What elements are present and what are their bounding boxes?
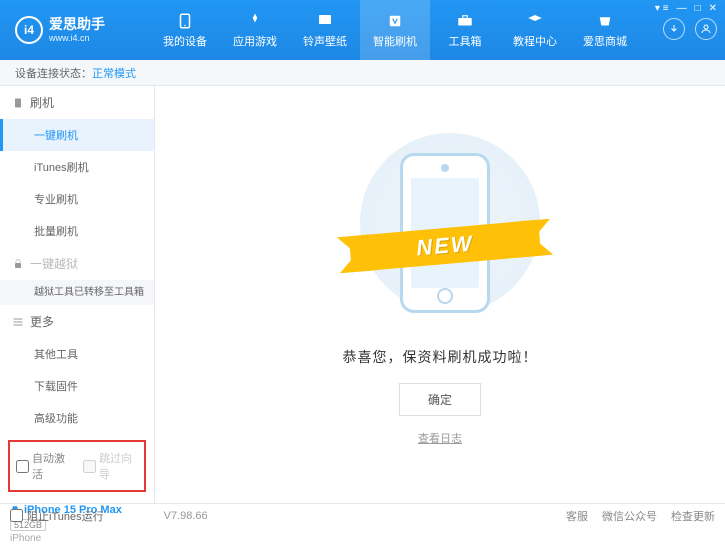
nav-label: 工具箱 <box>449 33 482 49</box>
section-title: 一键越狱 <box>30 255 78 272</box>
nav-toolbox[interactable]: 工具箱 <box>430 0 500 60</box>
sidebar-section-jailbreak: 一键越狱 <box>0 247 154 280</box>
sidebar-item-download-firmware[interactable]: 下载固件 <box>0 370 154 402</box>
logo-icon: i4 <box>15 16 43 44</box>
main-nav: 我的设备 应用游戏 铃声壁纸 智能刷机 工具箱 教程中心 爱思商城 <box>150 0 640 60</box>
footer-link-support[interactable]: 客服 <box>566 508 588 524</box>
minimize-icon[interactable]: — <box>677 3 687 14</box>
activation-options: 自动激活 跳过向导 <box>8 440 146 492</box>
nav-tutorials[interactable]: 教程中心 <box>500 0 570 60</box>
sidebar-item-pro-flash[interactable]: 专业刷机 <box>0 183 154 215</box>
sidebar-item-other-tools[interactable]: 其他工具 <box>0 338 154 370</box>
app-url: www.i4.cn <box>49 33 105 43</box>
status-mode: 正常模式 <box>92 65 136 81</box>
footer-link-update[interactable]: 检查更新 <box>671 508 715 524</box>
checkbox-skip-guide[interactable]: 跳过向导 <box>83 450 138 482</box>
nav-label: 爱思商城 <box>583 33 627 49</box>
nav-store[interactable]: 爱思商城 <box>570 0 640 60</box>
success-illustration: NEW <box>350 133 530 333</box>
footer-link-wechat[interactable]: 微信公众号 <box>602 508 657 524</box>
sidebar-section-flash[interactable]: 刷机 <box>0 86 154 119</box>
checkbox-block-itunes[interactable]: 阻止iTunes运行 <box>10 508 104 524</box>
nav-label: 教程中心 <box>513 33 557 49</box>
nav-label: 智能刷机 <box>373 33 417 49</box>
ribbon-text: NEW <box>415 231 474 262</box>
nav-smart-flash[interactable]: 智能刷机 <box>360 0 430 60</box>
nav-apps[interactable]: 应用游戏 <box>220 0 290 60</box>
nav-label: 应用游戏 <box>233 33 277 49</box>
confirm-button[interactable]: 确定 <box>399 383 481 416</box>
nav-ringtones[interactable]: 铃声壁纸 <box>290 0 360 60</box>
menu-icon[interactable]: ▾ ≡ <box>655 3 669 14</box>
sidebar-item-advanced[interactable]: 高级功能 <box>0 402 154 434</box>
checkbox-auto-activate[interactable]: 自动激活 <box>16 450 71 482</box>
nav-label: 我的设备 <box>163 33 207 49</box>
device-type: iPhone <box>10 533 144 544</box>
nav-my-device[interactable]: 我的设备 <box>150 0 220 60</box>
sidebar-item-batch-flash[interactable]: 批量刷机 <box>0 215 154 247</box>
user-icon[interactable] <box>695 18 717 40</box>
sidebar-item-oneclick-flash[interactable]: 一键刷机 <box>0 119 154 151</box>
sidebar-item-jailbreak-note: 越狱工具已转移至工具箱 <box>0 280 154 305</box>
sidebar: 刷机 一键刷机 iTunes刷机 专业刷机 批量刷机 一键越狱 越狱工具已转移至… <box>0 86 155 503</box>
close-icon[interactable]: ✕ <box>709 3 717 14</box>
sidebar-item-itunes-flash[interactable]: iTunes刷机 <box>0 151 154 183</box>
version-label: V7.98.66 <box>164 510 208 522</box>
window-controls: ▾ ≡ — □ ✕ <box>655 3 717 14</box>
main-content: NEW 恭喜您，保资料刷机成功啦！ 确定 查看日志 <box>155 86 725 503</box>
download-icon[interactable] <box>663 18 685 40</box>
nav-label: 铃声壁纸 <box>303 33 347 49</box>
section-title: 更多 <box>30 313 54 330</box>
maximize-icon[interactable]: □ <box>695 3 701 14</box>
app-header: i4 爱思助手 www.i4.cn 我的设备 应用游戏 铃声壁纸 智能刷机 工具… <box>0 0 725 60</box>
header-actions <box>663 18 717 40</box>
logo-area: i4 爱思助手 www.i4.cn <box>0 16 150 44</box>
section-title: 刷机 <box>30 94 54 111</box>
status-label: 设备连接状态： <box>15 65 92 81</box>
device-status-bar: 设备连接状态： 正常模式 <box>0 60 725 86</box>
sidebar-section-more[interactable]: 更多 <box>0 305 154 338</box>
success-message: 恭喜您，保资料刷机成功啦！ <box>343 347 538 367</box>
device-info: iPhone 15 Pro Max 512GB iPhone <box>0 498 154 550</box>
view-log-link[interactable]: 查看日志 <box>418 430 462 446</box>
app-name: 爱思助手 <box>49 17 105 32</box>
